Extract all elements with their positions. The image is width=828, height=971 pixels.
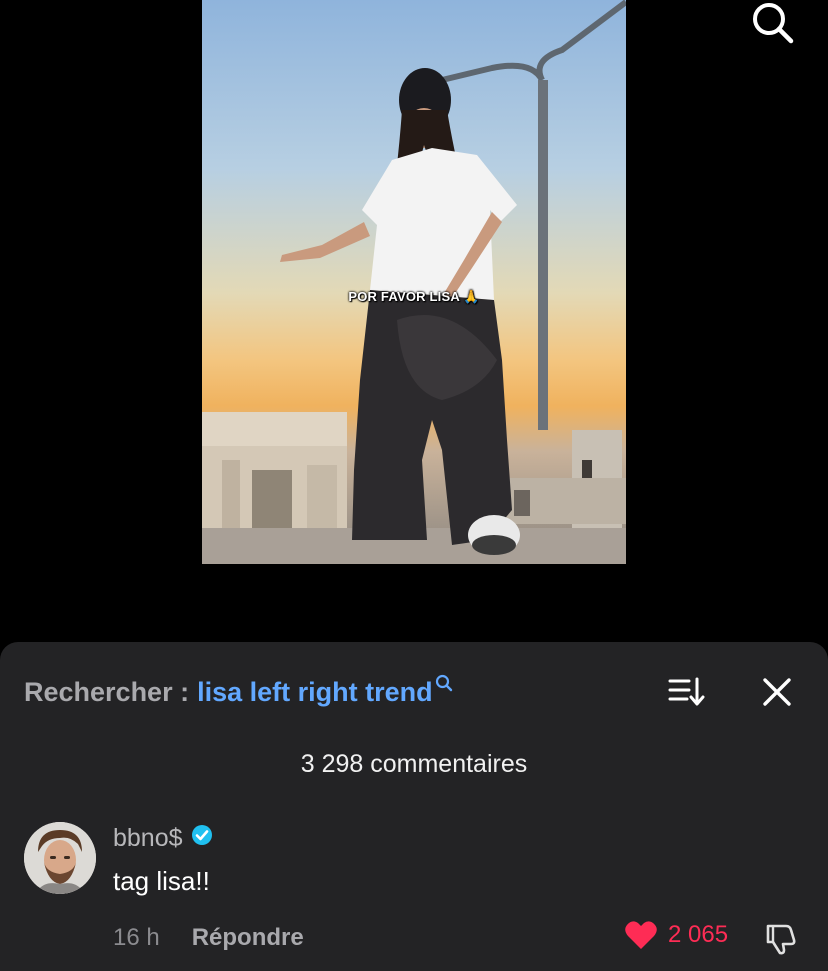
search-prefix-label: Rechercher :	[24, 676, 190, 707]
like-button[interactable]: 2 065	[624, 920, 728, 950]
search-button[interactable]	[748, 0, 796, 46]
comment-count: 3 298 commentaires	[300, 750, 528, 778]
search-icon	[753, 3, 794, 44]
comment-text: tag lisa!!	[113, 866, 210, 896]
verified-badge-icon	[191, 824, 213, 853]
comment-item: bbno$ tag lisa!! 16 h Répondre 2 065	[0, 820, 828, 971]
reply-button[interactable]: Répondre	[192, 924, 304, 952]
comment-meta: 16 h Répondre	[113, 924, 304, 952]
thumbs-down-icon	[766, 924, 796, 955]
username-label: bbno$	[113, 824, 183, 852]
comment-time: 16 h	[113, 924, 160, 951]
search-term-icon	[435, 668, 453, 699]
close-button[interactable]	[760, 675, 794, 709]
sort-icon	[668, 677, 705, 706]
app-screen: POR FAVOR LISA 🙏 Rechercher : lisa left …	[0, 0, 828, 971]
avatar[interactable]	[24, 822, 96, 894]
comments-sheet: Rechercher : lisa left right trend 3 298…	[0, 642, 828, 971]
avatar-image	[24, 822, 96, 894]
video-frame-illustration	[202, 0, 626, 564]
heart-icon	[625, 921, 657, 949]
comment-username[interactable]: bbno$	[113, 824, 213, 853]
close-icon	[763, 678, 791, 706]
video-player[interactable]: POR FAVOR LISA 🙏	[202, 0, 626, 564]
dislike-button[interactable]	[762, 922, 798, 956]
video-caption: POR FAVOR LISA 🙏	[348, 289, 480, 304]
search-term-link[interactable]: lisa left right trend	[197, 677, 433, 708]
like-count: 2 065	[668, 921, 729, 948]
sort-button[interactable]	[667, 675, 707, 709]
search-suggestion[interactable]: Rechercher : lisa left right trend	[24, 674, 453, 710]
